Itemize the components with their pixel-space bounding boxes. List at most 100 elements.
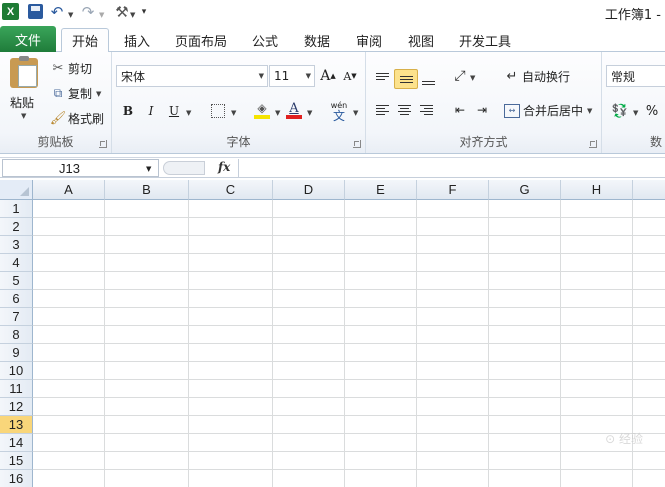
- row-header-14[interactable]: 14: [0, 434, 33, 452]
- redo-dropdown-icon[interactable]: ▼: [99, 6, 104, 23]
- orientation-dropdown-icon[interactable]: ▼: [470, 74, 475, 82]
- insert-function-icon[interactable]: fx: [218, 160, 230, 174]
- underline-dropdown-icon[interactable]: ▼: [186, 109, 191, 117]
- align-bottom-icon: [421, 81, 435, 85]
- merge-center-dropdown-icon[interactable]: ▼: [587, 107, 592, 115]
- tools-dropdown-icon[interactable]: ▼: [130, 6, 135, 23]
- increase-indent-button[interactable]: ⇥: [472, 100, 492, 120]
- row-header-9[interactable]: 9: [0, 344, 33, 362]
- row-header-12[interactable]: 12: [0, 398, 33, 416]
- tab-review[interactable]: 审阅: [348, 28, 390, 52]
- formula-bar-splitter[interactable]: [163, 161, 205, 175]
- font-size-combo[interactable]: 11 ▼: [269, 65, 315, 87]
- alignment-group: ⤢ ▼ ↵ 自动换行 ⇤ ⇥ ↔ 合并后居中 ▼ 对齐方式: [366, 52, 602, 153]
- row-header-6[interactable]: 6: [0, 290, 33, 308]
- font-color-dropdown-icon[interactable]: ▼: [307, 109, 312, 117]
- tab-view[interactable]: 视图: [400, 28, 442, 52]
- accounting-format-button[interactable]: 💱: [610, 101, 630, 121]
- save-icon[interactable]: [28, 4, 43, 19]
- tab-page-layout[interactable]: 页面布局: [168, 28, 234, 52]
- borders-dropdown-icon[interactable]: ▼: [231, 109, 236, 117]
- tab-formulas[interactable]: 公式: [244, 28, 286, 52]
- phonetic-dropdown-icon[interactable]: ▼: [353, 109, 358, 117]
- wrap-text-icon: ↵: [506, 69, 518, 84]
- align-center-button[interactable]: [394, 100, 414, 120]
- undo-icon[interactable]: ↶: [49, 3, 65, 21]
- redo-icon[interactable]: ↷: [80, 3, 96, 21]
- excel-app-icon[interactable]: X: [2, 3, 19, 20]
- column-header-e[interactable]: E: [345, 180, 417, 200]
- align-bottom-button[interactable]: [418, 70, 438, 90]
- paste-button-label[interactable]: 粘贴: [10, 94, 34, 111]
- decrease-indent-button[interactable]: ⇤: [450, 100, 470, 120]
- undo-dropdown-icon[interactable]: ▼: [68, 6, 73, 23]
- row-header-15[interactable]: 15: [0, 452, 33, 470]
- row-header-4[interactable]: 4: [0, 254, 33, 272]
- font-launcher-icon[interactable]: [353, 140, 361, 148]
- column-header-b[interactable]: B: [105, 180, 189, 200]
- font-name-dropdown-icon[interactable]: ▼: [259, 72, 264, 80]
- align-top-button[interactable]: [372, 66, 392, 86]
- grow-font-button[interactable]: A ▲: [318, 66, 338, 86]
- row-header-8[interactable]: 8: [0, 326, 33, 344]
- format-painter-button[interactable]: 🖌 格式刷: [50, 110, 104, 127]
- copy-button[interactable]: ⧉ 复制 ▼: [50, 85, 102, 102]
- column-header-a[interactable]: A: [33, 180, 105, 200]
- percent-button[interactable]: %: [642, 101, 662, 121]
- phonetic-button[interactable]: wén 文: [326, 99, 352, 123]
- select-all-corner[interactable]: [0, 180, 33, 200]
- row-header-13[interactable]: 13: [0, 416, 33, 434]
- borders-button[interactable]: [208, 101, 228, 121]
- align-left-button[interactable]: [372, 100, 392, 120]
- shrink-font-button[interactable]: A ▼: [340, 66, 360, 86]
- font-size-dropdown-icon[interactable]: ▼: [306, 72, 311, 80]
- tab-data[interactable]: 数据: [296, 28, 338, 52]
- tab-developer[interactable]: 开发工具: [452, 28, 518, 52]
- align-left-icon: [375, 105, 389, 115]
- font-color-button[interactable]: A: [284, 100, 304, 120]
- orientation-button[interactable]: ⤢: [450, 66, 470, 86]
- column-header-c[interactable]: C: [189, 180, 273, 200]
- row-header-16[interactable]: 16: [0, 470, 33, 487]
- number-format-combo[interactable]: 常规: [606, 65, 665, 87]
- cut-button[interactable]: ✂ 剪切: [50, 60, 92, 77]
- align-right-button[interactable]: [416, 100, 436, 120]
- row-header-10[interactable]: 10: [0, 362, 33, 380]
- fill-color-dropdown-icon[interactable]: ▼: [275, 109, 280, 117]
- worksheet-grid[interactable]: A B C D E F G H 1 2 3 4 5 6 7 8 9 10 11 12 13 14 15 16 ⊙ 经验: [0, 180, 665, 487]
- bold-button[interactable]: B: [118, 101, 138, 121]
- column-header-g[interactable]: G: [489, 180, 561, 200]
- column-header-h[interactable]: H: [561, 180, 633, 200]
- row-header-11[interactable]: 11: [0, 380, 33, 398]
- font-name-combo[interactable]: 宋体 ▼: [116, 65, 268, 87]
- row-header-5[interactable]: 5: [0, 272, 33, 290]
- row-header-2[interactable]: 2: [0, 218, 33, 236]
- fill-color-button[interactable]: ◈: [252, 100, 272, 120]
- wrap-text-button[interactable]: ↵ 自动换行: [504, 68, 570, 85]
- column-header-f[interactable]: F: [417, 180, 489, 200]
- paste-dropdown-icon[interactable]: ▼: [21, 112, 26, 120]
- merge-center-button[interactable]: ↔ 合并后居中 ▼: [504, 102, 592, 119]
- name-box[interactable]: J13: [2, 159, 159, 177]
- alignment-launcher-icon[interactable]: [589, 140, 597, 148]
- font-color-icon: A: [289, 100, 299, 116]
- column-header-partial[interactable]: [633, 180, 665, 200]
- row-header-3[interactable]: 3: [0, 236, 33, 254]
- paste-icon[interactable]: [10, 56, 38, 88]
- tab-home[interactable]: 开始: [61, 28, 109, 53]
- tools-icon[interactable]: ⚒: [113, 3, 131, 21]
- underline-button[interactable]: U: [164, 101, 184, 121]
- copy-dropdown-icon[interactable]: ▼: [96, 90, 101, 98]
- row-header-1[interactable]: 1: [0, 200, 33, 218]
- accounting-dropdown-icon[interactable]: ▼: [633, 109, 638, 117]
- column-header-d[interactable]: D: [273, 180, 345, 200]
- align-middle-button[interactable]: [394, 69, 418, 89]
- tab-insert[interactable]: 插入: [115, 28, 159, 52]
- formula-input[interactable]: [238, 159, 665, 177]
- name-box-dropdown-icon[interactable]: ▼: [146, 165, 151, 173]
- customize-qat-icon[interactable]: ▾: [139, 3, 149, 20]
- italic-button[interactable]: I: [141, 101, 161, 121]
- clipboard-launcher-icon[interactable]: [99, 140, 107, 148]
- row-header-7[interactable]: 7: [0, 308, 33, 326]
- tab-file[interactable]: 文件: [0, 26, 56, 52]
